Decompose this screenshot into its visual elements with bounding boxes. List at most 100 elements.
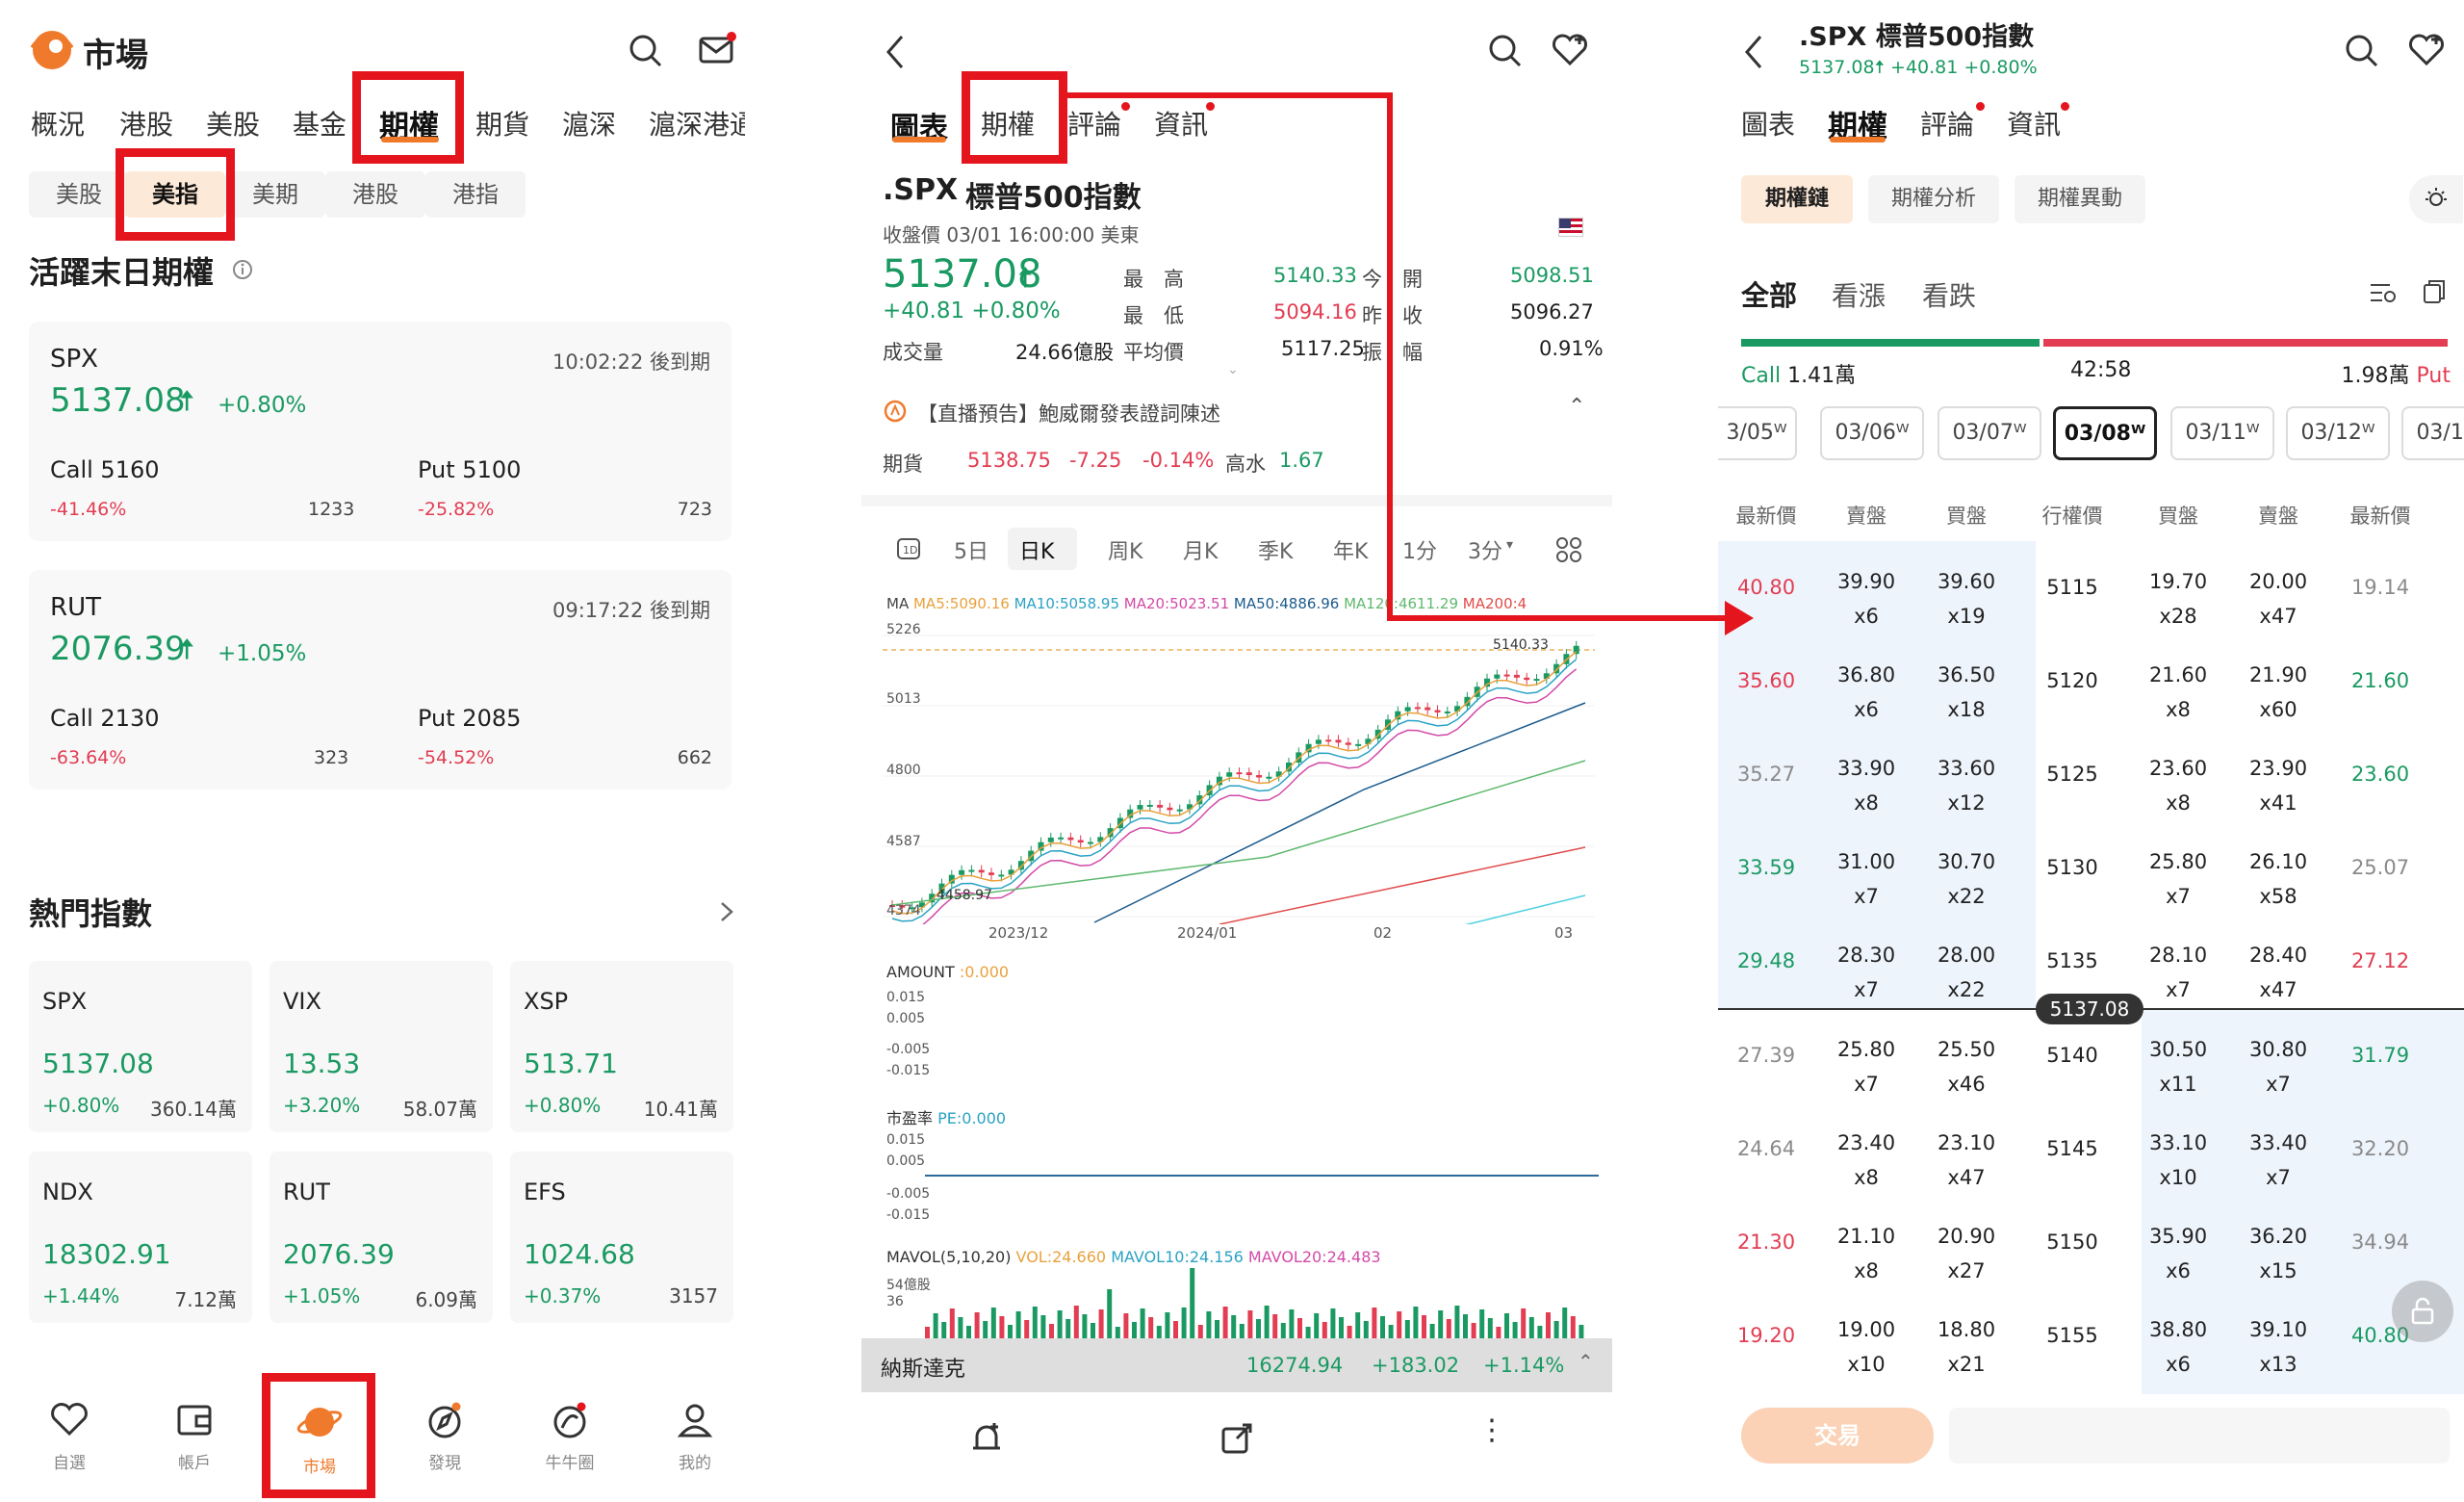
col-strike: 行權價 <box>2041 505 2103 528</box>
volume-bar <box>1091 1323 1095 1338</box>
nav-market[interactable]: 市場 <box>271 1401 368 1477</box>
add-watchlist-icon[interactable] <box>1551 31 1591 69</box>
active-option-card-spx[interactable]: SPX 10:02:22 後到期 5137.08 🠅 +0.80% Call 5… <box>29 322 732 541</box>
index-tile-xsp[interactable]: XSP 513.71 +0.80% 10.41萬 <box>510 961 733 1132</box>
tab-overview[interactable]: 概況 <box>31 104 85 142</box>
up-arrow-icon: 🠅 <box>179 384 195 418</box>
collapse-chevron-icon[interactable]: ⌃ <box>1568 395 1585 419</box>
candle <box>1236 772 1243 775</box>
add-watchlist-icon[interactable] <box>2407 31 2448 69</box>
expiry-date[interactable]: 03/12ᵂ <box>2286 406 2390 460</box>
nav-community[interactable]: 牛牛圈 <box>522 1401 618 1473</box>
subtab-us-stocks[interactable]: 美股 <box>29 171 129 218</box>
subtab-hk-stocks[interactable]: 港股 <box>325 171 425 218</box>
nav-me[interactable]: 我的 <box>647 1401 743 1473</box>
tab-funds[interactable]: 基金 <box>293 104 346 142</box>
news-banner[interactable]: 【直播預告】鮑威爾發表證詞陳述 <box>917 399 1220 427</box>
tab-chart[interactable]: 圖表 <box>1741 104 1795 142</box>
active-option-card-rut[interactable]: RUT 09:17:22 後到期 2076.39 🠅 +1.05% Call 2… <box>29 570 732 790</box>
range-quarterly[interactable]: 季K <box>1258 534 1293 565</box>
mail-icon[interactable] <box>697 29 739 67</box>
table-row[interactable]: 24.64 23.40 x8 23.10 x47 5145 33.10 x10 33.40 x7 3… <box>1718 1102 2464 1196</box>
expiry-date-selected[interactable]: 03/08ᵂ <box>2053 406 2157 460</box>
expand-chevron-icon[interactable]: ⌃ <box>1578 1350 1594 1373</box>
chevron-right-icon[interactable] <box>718 899 735 924</box>
filter-all[interactable]: 全部 <box>1741 273 1797 314</box>
mavol-tick: 54億股 <box>886 1278 931 1293</box>
filter-settings-icon[interactable] <box>2369 279 2398 306</box>
share-icon[interactable] <box>1218 1419 1256 1458</box>
active-tab-indicator <box>892 137 946 142</box>
index-tile-efs[interactable]: EFS 1024.68 +0.37% 3157 <box>510 1152 733 1323</box>
copy-icon[interactable] <box>2421 277 2448 306</box>
tab-us-stocks[interactable]: 美股 <box>206 104 260 142</box>
tab-news[interactable]: 資訊 <box>2007 104 2061 142</box>
table-row[interactable]: 19.20 19.00 x10 18.80 x21 5155 38.80 x6 39.10 x13… <box>1718 1289 2464 1383</box>
search-icon[interactable] <box>1487 33 1524 69</box>
table-row[interactable]: 35.27 33.90 x8 33.60 x12 5125 23.60 x8 23.90 x41 2… <box>1718 728 2464 821</box>
filter-calls[interactable]: 看漲 <box>1832 275 1886 314</box>
alert-bell-icon[interactable] <box>967 1419 1006 1458</box>
range-yearly[interactable]: 年K <box>1333 534 1368 565</box>
back-arrow-icon[interactable] <box>1741 33 1766 71</box>
range-5d[interactable]: 5日 <box>954 534 988 565</box>
subtab-hk-indices[interactable]: 港指 <box>425 171 526 218</box>
table-row[interactable]: 35.60 36.80 x6 36.50 x18 5120 21.60 x8 21.90 x60 2… <box>1718 634 2464 728</box>
tab-a-shares[interactable]: 滬深 <box>562 104 616 142</box>
table-row[interactable]: 21.30 21.10 x8 20.90 x27 5150 35.90 x6 36.20 x15 3… <box>1718 1196 2464 1289</box>
search-icon[interactable] <box>2344 33 2380 69</box>
volume-bar <box>1363 1321 1369 1338</box>
tab-comments[interactable]: 評論 <box>1067 104 1121 142</box>
info-icon[interactable] <box>231 258 254 281</box>
range-monthly[interactable]: 月K <box>1183 534 1218 565</box>
active-tab-indicator <box>381 137 439 142</box>
expiry-date[interactable]: 3/05ᵂ <box>1718 406 1797 460</box>
subtab-option-analysis[interactable]: 期權分析 <box>1868 175 1999 223</box>
index-tile-ndx[interactable]: NDX 18302.91 +1.44% 7.12萬 <box>29 1152 252 1323</box>
expiry-date[interactable]: 03/13ᵂ <box>2401 406 2464 460</box>
tab-news[interactable]: 資訊 <box>1154 104 1208 142</box>
range-3min[interactable]: 3分 <box>1468 534 1502 565</box>
search-icon[interactable] <box>628 33 664 69</box>
index-name: RUT <box>283 1178 330 1205</box>
range-daily[interactable]: 日K <box>1019 534 1054 565</box>
chart-toggle-icon[interactable]: 1D <box>896 537 921 560</box>
index-tile-rut[interactable]: RUT 2076.39 +1.05% 6.09萬 <box>270 1152 493 1323</box>
filter-puts[interactable]: 看跌 <box>1922 275 1976 314</box>
range-1min[interactable]: 1分 <box>1402 534 1437 565</box>
table-row[interactable]: 33.59 31.00 x7 30.70 x22 5130 25.80 x7 26.10 x58 2… <box>1718 821 2464 915</box>
tab-comments[interactable]: 評論 <box>1920 104 1974 142</box>
candlestick-chart[interactable] <box>883 616 1595 924</box>
svg-text:1D: 1D <box>903 544 917 557</box>
tab-futures[interactable]: 期貨 <box>475 104 529 142</box>
expand-chevron-icon[interactable]: ⌄ <box>1227 362 1239 377</box>
nav-watchlist[interactable]: 自選 <box>21 1401 117 1473</box>
nav-account[interactable]: 帳戶 <box>146 1401 243 1473</box>
more-options-icon[interactable]: ⋮ <box>1477 1413 1506 1447</box>
live-icon <box>884 400 907 423</box>
subtab-option-chain[interactable]: 期權鏈 <box>1741 175 1853 223</box>
call-last-cell: 21.30 <box>1736 1230 1796 1254</box>
subtab-us-futures[interactable]: 美期 <box>225 171 325 218</box>
subtab-us-indices[interactable]: 美指 <box>125 171 225 218</box>
index-tile-vix[interactable]: VIX 13.53 +3.20% 58.07萬 <box>270 961 493 1132</box>
subtab-unusual-activity[interactable]: 期權異動 <box>2015 175 2145 223</box>
grid-menu-icon[interactable] <box>1554 535 1583 564</box>
tab-options[interactable]: 期權 <box>981 104 1035 142</box>
expiry-date[interactable]: 03/07ᵂ <box>1938 406 2041 460</box>
card-expiry-time: 09:17:22 後到期 <box>552 599 710 622</box>
theme-toggle[interactable] <box>2409 175 2463 223</box>
trade-button[interactable]: 交易 <box>1741 1408 1934 1463</box>
range-weekly[interactable]: 周K <box>1108 534 1142 565</box>
expiry-date[interactable]: 03/11ᵂ <box>2170 406 2274 460</box>
expiry-date[interactable]: 03/06ᵂ <box>1820 406 1924 460</box>
nav-discover[interactable]: 發現 <box>397 1401 493 1473</box>
dropdown-icon[interactable]: ▾ <box>1506 537 1513 553</box>
ticker-bar[interactable]: 納斯達克 16274.94 +183.02 +1.14% ⌃ <box>861 1338 1612 1392</box>
index-tile-spx[interactable]: SPX 5137.08 +0.80% 360.14萬 <box>29 961 252 1132</box>
back-arrow-icon[interactable] <box>883 33 908 71</box>
float-button[interactable] <box>2392 1281 2453 1342</box>
tab-stock-connect[interactable]: 滬深港通 <box>649 104 745 142</box>
table-row[interactable]: 40.80 39.90 x6 39.60 x19 5115 19.70 x28 20.00 x47… <box>1718 541 2464 634</box>
tab-hk-stocks[interactable]: 港股 <box>119 104 173 142</box>
